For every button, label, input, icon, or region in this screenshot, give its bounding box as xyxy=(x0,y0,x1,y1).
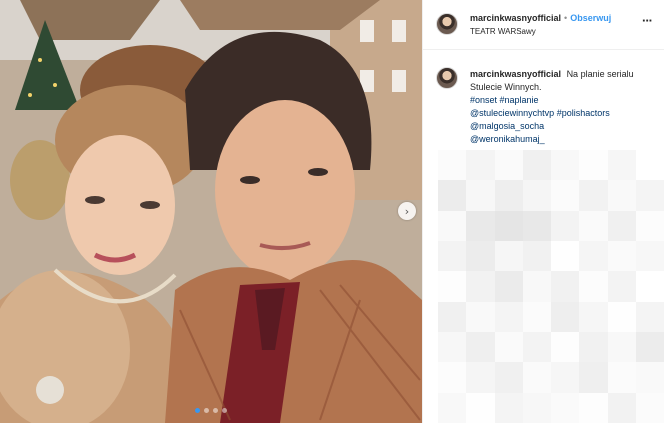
ellipsis-icon[interactable]: ··· xyxy=(642,13,653,28)
caption-hashtags[interactable]: #onset #naplanie xyxy=(470,94,655,107)
carousel-dot xyxy=(213,408,218,413)
header-user-line: marcinkwasnyofficial • Obserwuj xyxy=(470,13,611,23)
post-header: marcinkwasnyofficial • Obserwuj TEATR WARS… xyxy=(423,0,664,50)
pixelated-comments-area xyxy=(438,150,664,423)
carousel-dot xyxy=(222,408,227,413)
caption-text: marcinkwasnyofficial Na planie serialu S… xyxy=(470,68,655,146)
follow-button[interactable]: Obserwuj xyxy=(570,13,611,23)
username-link[interactable]: marcinkwasnyofficial xyxy=(470,13,561,23)
carousel-next-button[interactable]: › xyxy=(398,202,416,220)
carousel-dot xyxy=(195,408,200,413)
chevron-right-icon: › xyxy=(404,204,410,218)
carousel-dots xyxy=(0,408,422,413)
location-link[interactable]: TEATR WARSawy xyxy=(470,27,536,36)
tag-link[interactable]: @stuleciewinnychtvp xyxy=(470,108,554,118)
hashtag-link[interactable]: #polishactors xyxy=(557,108,610,118)
photo-illustration xyxy=(0,0,422,423)
separator: • xyxy=(564,13,568,23)
caption-username-link[interactable]: marcinkwasnyofficial xyxy=(470,69,561,79)
avatar[interactable] xyxy=(436,67,458,89)
caption-tags-line: @stuleciewinnychtvp #polishactors xyxy=(470,107,655,120)
avatar[interactable] xyxy=(436,13,458,35)
mention-link[interactable]: @malgosia_socha xyxy=(470,120,655,133)
mention-link[interactable]: @weronikahumaj_ xyxy=(470,133,655,146)
carousel-dot xyxy=(204,408,209,413)
post-photo[interactable]: › xyxy=(0,0,422,423)
